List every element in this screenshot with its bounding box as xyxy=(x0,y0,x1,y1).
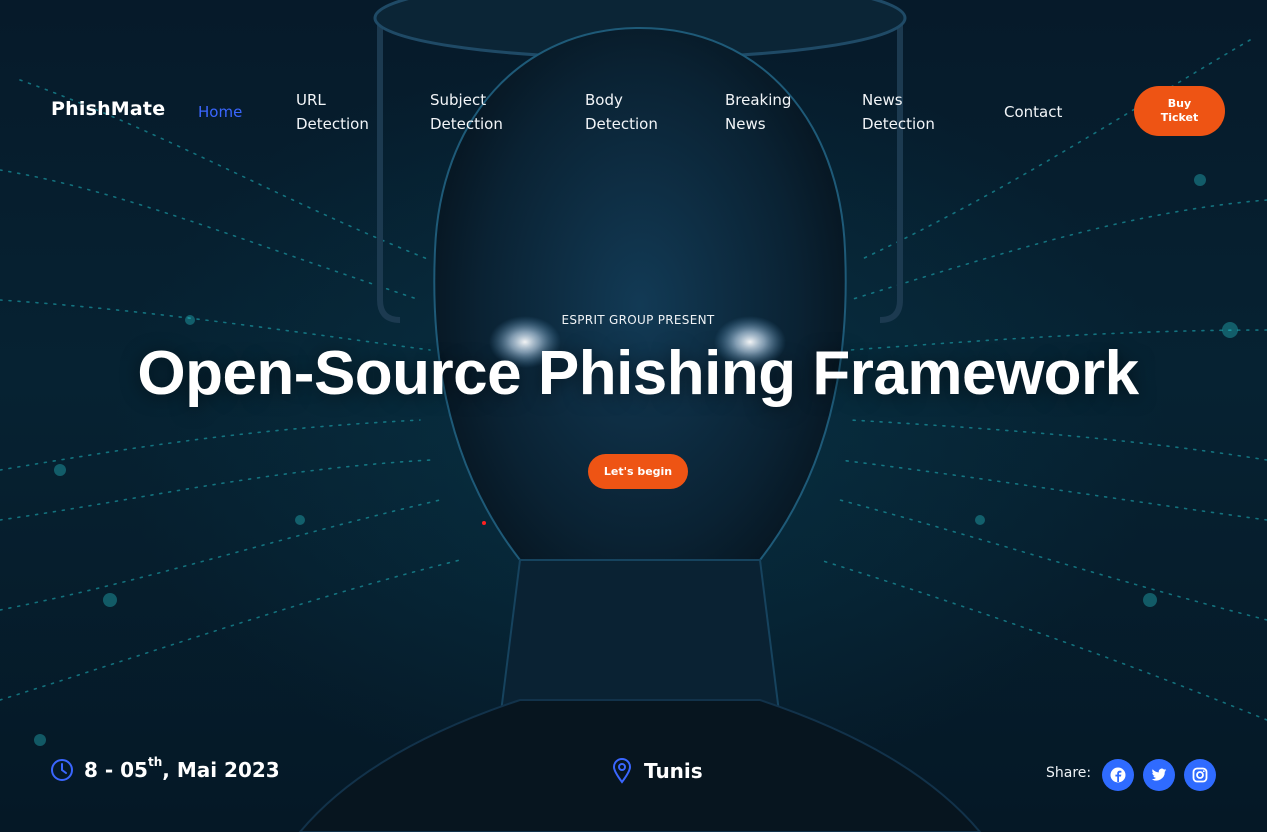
lets-begin-button[interactable]: Let's begin xyxy=(588,454,688,489)
hero-eyebrow: ESPRIT GROUP PRESENT xyxy=(561,313,715,327)
hero-headline: Open-Source Phishing Framework xyxy=(137,339,1139,408)
date-prefix: 8 - 05 xyxy=(84,758,148,782)
event-location: Tunis xyxy=(612,758,703,784)
nav-item-home[interactable]: Home xyxy=(198,100,242,124)
nav-item-contact[interactable]: Contact xyxy=(1004,100,1062,124)
facebook-share-button[interactable] xyxy=(1102,759,1134,791)
instagram-icon xyxy=(1192,767,1208,783)
brand-logo[interactable]: PhishMate xyxy=(51,98,165,120)
location-pin-icon xyxy=(612,758,632,784)
facebook-icon xyxy=(1110,767,1126,783)
nav-item-news-detection[interactable]: News Detection xyxy=(862,88,935,136)
event-date: 8 - 05th, Mai 2023 xyxy=(50,755,280,782)
cursor-dot xyxy=(482,521,486,525)
nav-item-url-detection[interactable]: URL Detection xyxy=(296,88,369,136)
location-text: Tunis xyxy=(644,759,703,783)
nav-item-subject-detection[interactable]: Subject Detection xyxy=(430,88,503,136)
date-rest: , Mai 2023 xyxy=(162,758,280,782)
event-date-text: 8 - 05th, Mai 2023 xyxy=(84,755,280,782)
hero-section: PhishMate Home URL Detection Subject Det… xyxy=(0,0,1267,832)
share-label: Share: xyxy=(1046,765,1092,781)
instagram-share-button[interactable] xyxy=(1184,759,1216,791)
top-navigation: PhishMate Home URL Detection Subject Det… xyxy=(0,0,1267,220)
twitter-share-button[interactable] xyxy=(1143,759,1175,791)
nav-item-breaking-news[interactable]: Breaking News xyxy=(725,88,791,136)
twitter-icon xyxy=(1151,768,1167,781)
nav-item-body-detection[interactable]: Body Detection xyxy=(585,88,658,136)
clock-icon xyxy=(51,759,73,781)
date-ordinal: th xyxy=(147,755,163,770)
buy-ticket-button[interactable]: Buy Ticket xyxy=(1134,86,1225,136)
